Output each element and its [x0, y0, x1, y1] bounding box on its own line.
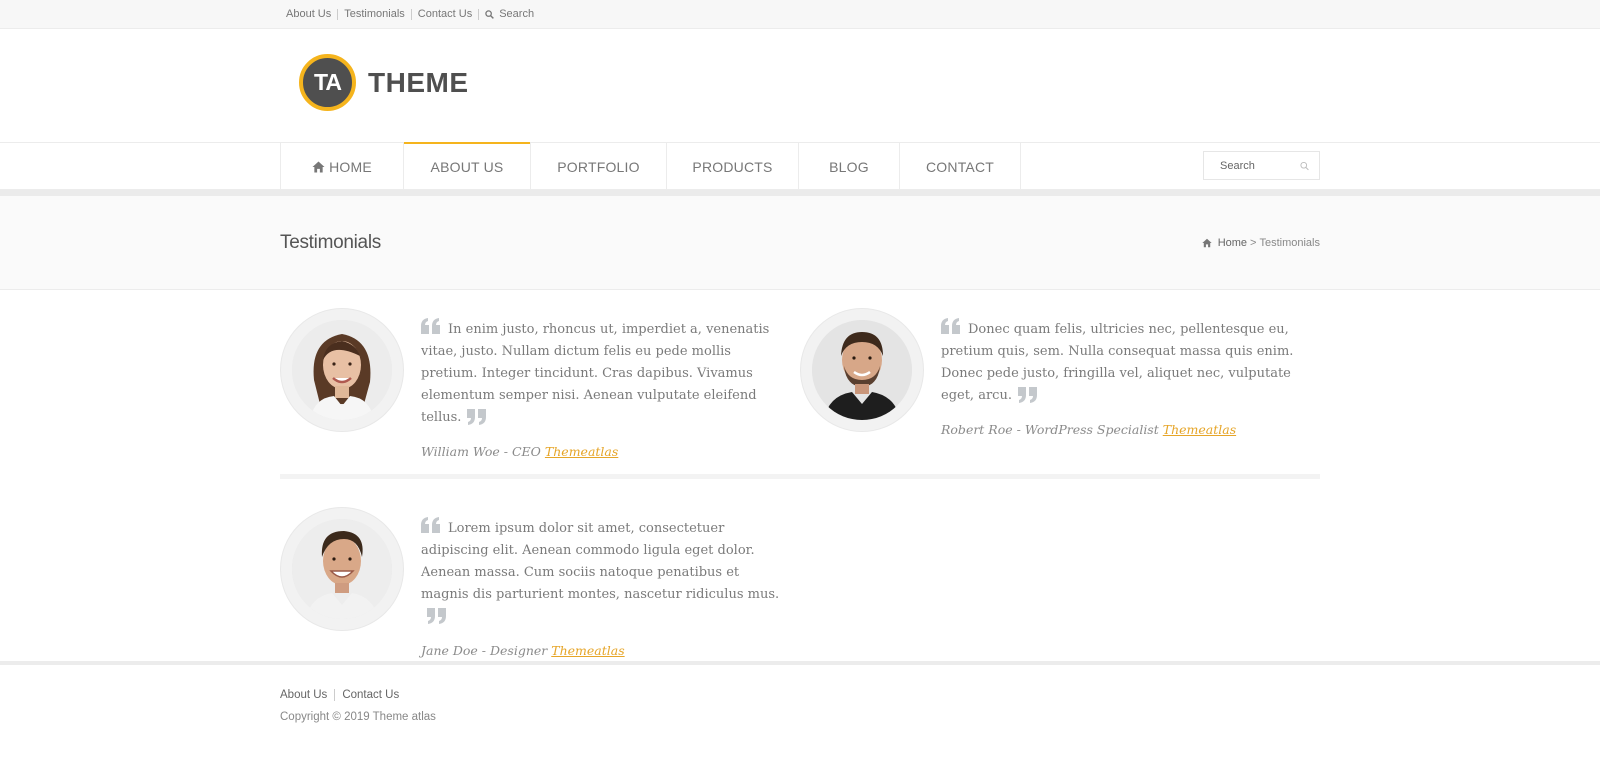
topbar-search-label: Search	[499, 8, 535, 20]
testimonials-row: Lorem ipsum dolor sit amet, consectetuer…	[280, 474, 1320, 661]
man-smiling-portrait-image	[292, 519, 392, 619]
nav-label-products: PRODUCTS	[692, 158, 773, 175]
breadcrumb-separator: >	[1250, 237, 1257, 249]
nav-item-blog[interactable]: BLOG	[799, 143, 900, 190]
site-header: TA THEME	[0, 29, 1600, 142]
testimonial-company-link[interactable]: Themeatlas	[551, 643, 624, 658]
nav-label-home: HOME	[329, 158, 372, 175]
page-title: Testimonials	[280, 232, 381, 253]
man-bearded-portrait-image	[812, 320, 912, 420]
logo-badge: TA	[299, 54, 356, 111]
testimonials-row: In enim justo, rhoncus ut, imperdiet a, …	[280, 308, 1320, 474]
nav-item-home[interactable]: HOME	[280, 143, 404, 190]
nav-label-about-us: ABOUT US	[430, 158, 504, 175]
breadcrumb-current: Testimonials	[1259, 237, 1320, 249]
site-logo[interactable]: TA THEME	[299, 54, 469, 111]
breadcrumb-home-link[interactable]: Home	[1218, 237, 1247, 249]
testimonial-quote: Lorem ipsum dolor sit amet, consectetuer…	[421, 517, 781, 628]
testimonial-author-name: William Woe - CEO	[421, 444, 541, 459]
testimonial-quote: In enim justo, rhoncus ut, imperdiet a, …	[421, 318, 781, 429]
avatar	[292, 320, 392, 420]
avatar	[812, 320, 912, 420]
quote-open-icon	[421, 517, 440, 533]
search-icon[interactable]	[1300, 160, 1309, 172]
topbar-link-about-us[interactable]: About Us	[286, 9, 337, 20]
quote-open-icon	[941, 318, 960, 334]
nav-item-contact[interactable]: CONTACT	[900, 143, 1021, 190]
testimonial-item: In enim justo, rhoncus ut, imperdiet a, …	[280, 308, 800, 474]
testimonial-body: Lorem ipsum dolor sit amet, consectetuer…	[421, 507, 781, 661]
avatar	[292, 519, 392, 619]
nav-search-box	[1203, 151, 1320, 180]
search-icon	[485, 10, 495, 19]
quote-close-icon	[427, 608, 446, 624]
avatar-frame	[800, 308, 924, 432]
footer-link-about-us[interactable]: About Us	[280, 689, 334, 701]
avatar-frame	[280, 308, 404, 432]
testimonial-quote-text: Donec quam felis, ultricies nec, pellent…	[941, 322, 1294, 403]
home-icon	[312, 160, 325, 173]
copyright-text: Copyright © 2019 Theme atlas	[280, 711, 436, 723]
nav-label-portfolio: PORTFOLIO	[557, 158, 640, 175]
footer-links: About Us Contact Us	[280, 689, 1320, 701]
testimonial-body: Donec quam felis, ultricies nec, pellent…	[941, 308, 1301, 474]
nav-label-blog: BLOG	[829, 158, 869, 175]
testimonial-author-name: Robert Roe - WordPress Specialist	[941, 422, 1159, 437]
main-nav: HOME ABOUT US PORTFOLIO PRODUCTS BLOG CO…	[0, 142, 1600, 190]
logo-text: THEME	[368, 66, 469, 98]
site-footer: About Us Contact Us Copyright © 2019 The…	[0, 661, 1600, 772]
topbar-link-testimonials[interactable]: Testimonials	[337, 9, 411, 20]
testimonials-section: In enim justo, rhoncus ut, imperdiet a, …	[0, 290, 1600, 661]
topbar-link-contact-us[interactable]: Contact Us	[410, 9, 478, 20]
testimonial-author: Robert Roe - WordPress Specialist Themea…	[941, 422, 1301, 437]
testimonial-item: Lorem ipsum dolor sit amet, consectetuer…	[280, 507, 810, 661]
page-title-band: Testimonials Home > Testimonials	[0, 196, 1600, 290]
topbar-search-link[interactable]: Search	[478, 9, 540, 20]
nav-search-input[interactable]	[1220, 159, 1300, 172]
footer-link-contact-us[interactable]: Contact Us	[334, 689, 406, 701]
testimonial-author: William Woe - CEO Themeatlas	[421, 444, 781, 459]
nav-item-portfolio[interactable]: PORTFOLIO	[531, 143, 667, 190]
testimonial-quote-text: Lorem ipsum dolor sit amet, consectetuer…	[421, 521, 780, 602]
nav-item-about-us[interactable]: ABOUT US	[404, 142, 531, 190]
nav-item-products[interactable]: PRODUCTS	[667, 143, 799, 190]
quote-close-icon	[467, 409, 487, 425]
quote-open-icon	[421, 318, 440, 334]
top-bar: About Us Testimonials Contact Us Search	[0, 0, 1600, 29]
avatar-frame	[280, 507, 404, 631]
woman-portrait-image	[292, 320, 392, 420]
testimonial-author-name: Jane Doe - Designer	[421, 643, 548, 658]
testimonial-author: Jane Doe - Designer Themeatlas	[421, 643, 781, 658]
quote-close-icon	[1017, 387, 1037, 403]
home-icon	[1202, 238, 1212, 248]
testimonial-body: In enim justo, rhoncus ut, imperdiet a, …	[421, 308, 781, 474]
testimonial-company-link[interactable]: Themeatlas	[1163, 422, 1236, 437]
testimonial-item: Donec quam felis, ultricies nec, pellent…	[800, 308, 1320, 474]
testimonial-company-link[interactable]: Themeatlas	[545, 444, 618, 459]
testimonial-quote: Donec quam felis, ultricies nec, pellent…	[941, 318, 1301, 407]
breadcrumb: Home > Testimonials	[1202, 237, 1320, 249]
nav-label-contact: CONTACT	[925, 158, 995, 175]
